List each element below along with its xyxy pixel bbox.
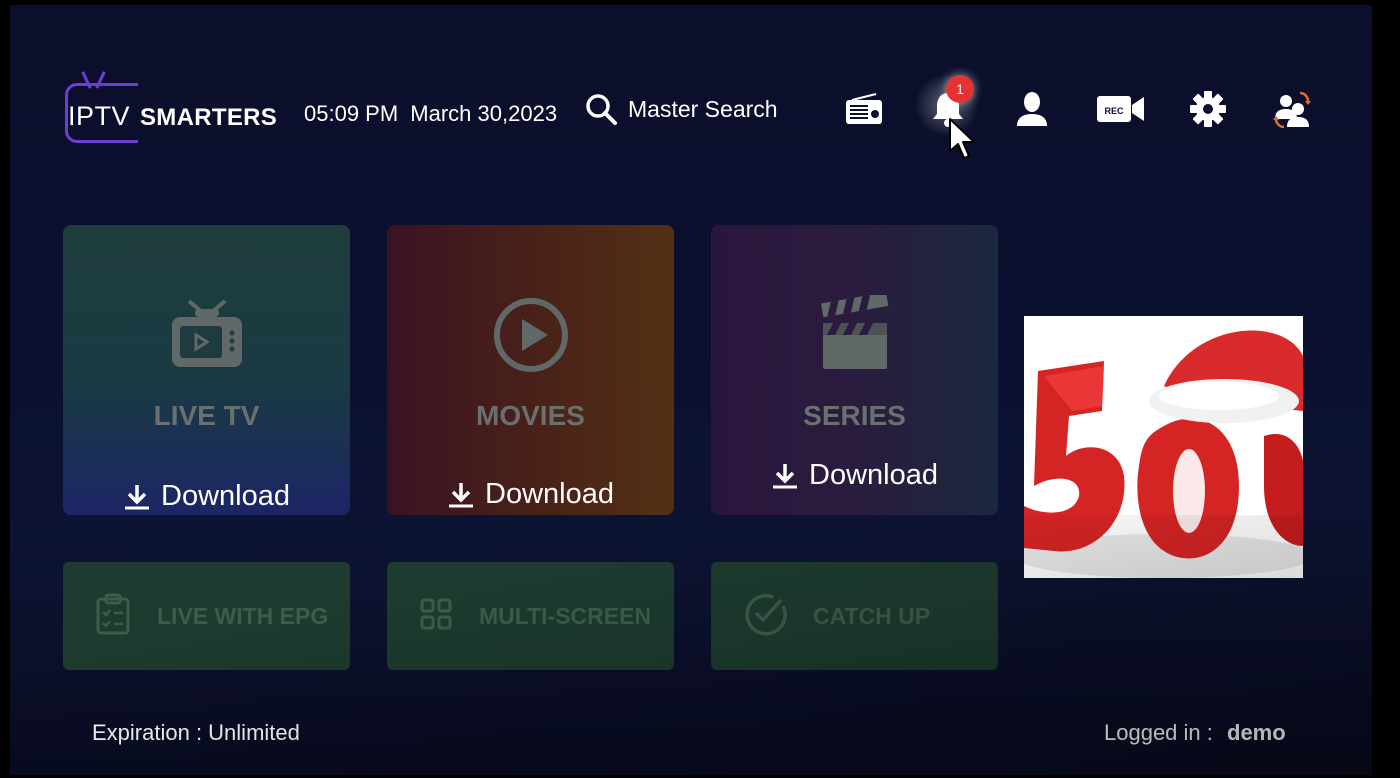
clock-time: 05:09 PM bbox=[304, 101, 399, 126]
clipboard-icon bbox=[95, 593, 131, 640]
notification-badge: 1 bbox=[946, 75, 974, 103]
download-icon bbox=[449, 482, 473, 507]
recordings-button[interactable]: REC bbox=[1094, 89, 1148, 129]
download-label: Download bbox=[161, 480, 290, 512]
logo-suffix: SMARTERS bbox=[140, 104, 278, 131]
account-button[interactable] bbox=[1010, 89, 1054, 129]
datetime: 05:09 PM March 30,2023 bbox=[304, 101, 563, 127]
download-label: Download bbox=[809, 459, 938, 491]
download-button[interactable]: Download bbox=[387, 478, 674, 511]
home-screen: IPTV SMARTERS 05:09 PM March 30,2023 Mas… bbox=[10, 5, 1372, 775]
logo-prefix: IPTV bbox=[68, 101, 131, 131]
gear-icon bbox=[1190, 91, 1226, 127]
tile-label: MOVIES bbox=[476, 400, 585, 431]
download-button[interactable]: Download bbox=[711, 459, 998, 492]
tile-label: LIVE TV bbox=[153, 400, 260, 431]
check-circle-icon bbox=[743, 592, 787, 641]
radio-button[interactable] bbox=[842, 89, 886, 129]
switch-user-icon bbox=[1273, 91, 1311, 129]
tile-series[interactable]: SERIES Download bbox=[711, 225, 998, 515]
tile-live-tv[interactable]: LIVE TV Download bbox=[63, 225, 350, 515]
small-tile-label: CATCH UP bbox=[813, 602, 931, 629]
user-icon bbox=[1017, 92, 1047, 126]
tile-multi-screen[interactable]: MULTI-SCREEN bbox=[387, 562, 674, 670]
master-search-button[interactable]: Master Search bbox=[584, 92, 778, 126]
download-icon bbox=[125, 484, 149, 509]
search-label: Master Search bbox=[628, 95, 778, 122]
play-icon bbox=[387, 295, 674, 375]
tile-label: SERIES bbox=[803, 400, 906, 431]
download-icon bbox=[773, 463, 797, 488]
logged-in-label: Logged in : bbox=[1104, 720, 1213, 745]
switch-user-button[interactable] bbox=[1270, 89, 1314, 129]
clapperboard-icon bbox=[711, 295, 998, 375]
radio-icon bbox=[846, 93, 882, 124]
app-logo: IPTV SMARTERS bbox=[65, 71, 278, 151]
tile-catch-up[interactable]: CATCH UP bbox=[711, 562, 998, 670]
download-label: Download bbox=[485, 478, 614, 510]
download-button[interactable]: Download bbox=[63, 480, 350, 513]
tv-icon bbox=[63, 295, 350, 375]
promo-banner[interactable] bbox=[1024, 316, 1303, 578]
rec-camera-icon: REC bbox=[1097, 96, 1144, 122]
clock-date: March 30,2023 bbox=[410, 101, 558, 126]
search-icon bbox=[586, 94, 617, 125]
svg-text:REC: REC bbox=[1104, 106, 1124, 116]
grid-icon bbox=[419, 597, 453, 636]
mouse-pointer-icon bbox=[949, 118, 975, 159]
settings-button[interactable] bbox=[1186, 89, 1230, 129]
tile-live-with-epg[interactable]: LIVE WITH EPG bbox=[63, 562, 350, 670]
small-tile-label: LIVE WITH EPG bbox=[157, 602, 329, 629]
username: demo bbox=[1227, 720, 1286, 745]
promo-image bbox=[1024, 316, 1303, 578]
expiration-text: Expiration : Unlimited bbox=[92, 720, 300, 745]
tile-movies[interactable]: MOVIES Download bbox=[387, 225, 674, 515]
logged-in-info: Logged in : demo bbox=[1104, 720, 1286, 746]
small-tile-label: MULTI-SCREEN bbox=[479, 602, 652, 629]
